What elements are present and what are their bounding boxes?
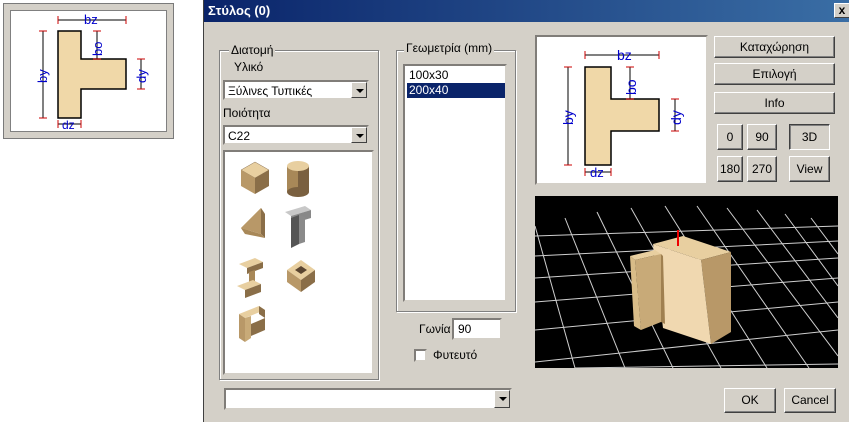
material-select-value: Ξύλινες Τυπικές: [228, 84, 313, 98]
title-bar: Στύλος (0) x: [204, 0, 849, 22]
preview-by-label: by: [560, 110, 576, 125]
bottom-select[interactable]: [224, 388, 512, 410]
column-dialog: Στύλος (0) x Διατομή Υλικό Ξύλινες Τυπικ…: [203, 0, 849, 422]
quality-select[interactable]: C22: [223, 125, 369, 145]
preview-t-section-diagram: bz by bo dy dz: [560, 47, 684, 180]
preview-t-shape: [584, 66, 660, 166]
preview-bz-label: bz: [617, 47, 632, 63]
angle-input[interactable]: 90: [452, 318, 502, 340]
section-group-label: Διατομή: [229, 43, 276, 57]
register-button[interactable]: Καταχώρηση: [714, 36, 835, 58]
select-button[interactable]: Επιλογή: [714, 63, 835, 85]
cylinder-shape-icon[interactable]: [287, 161, 309, 197]
box-shape-icon[interactable]: [240, 161, 270, 194]
by-label: by: [35, 69, 50, 83]
3d-view[interactable]: [534, 196, 839, 369]
i-shape-icon[interactable]: [237, 258, 263, 298]
geometry-item-100x30[interactable]: 100x30: [407, 68, 505, 83]
ok-button[interactable]: OK: [724, 388, 776, 413]
t-shape-icon[interactable]: [285, 206, 311, 248]
thumbnail-t-section-diagram: bz by bo dy dz: [35, 12, 149, 132]
l-shape-icon[interactable]: [239, 306, 265, 342]
angle-label: Γωνία: [419, 322, 451, 336]
geometry-item-200x40[interactable]: 200x40: [407, 83, 505, 98]
close-button[interactable]: x: [834, 3, 849, 18]
bz-label: bz: [84, 12, 98, 27]
view-90-button[interactable]: 90: [747, 124, 777, 150]
chevron-down-icon[interactable]: [494, 390, 510, 408]
view-180-button[interactable]: 180: [717, 156, 743, 182]
3d-column-model: [630, 236, 731, 344]
material-select[interactable]: Ξύλινες Τυπικές: [223, 80, 369, 100]
angle-input-value: 90: [458, 322, 472, 336]
quality-label: Ποιότητα: [223, 106, 271, 120]
view-0-button[interactable]: 0: [717, 124, 743, 150]
section-preview: bz by bo dy dz: [535, 35, 708, 185]
triangle-shape-icon[interactable]: [241, 208, 265, 238]
view-button[interactable]: View: [789, 156, 830, 182]
cancel-button[interactable]: Cancel: [784, 388, 836, 413]
dialog-title: Στύλος (0): [208, 3, 271, 18]
chevron-down-icon[interactable]: [351, 82, 367, 98]
dz-label: dz: [62, 118, 75, 131]
chevron-down-icon[interactable]: [351, 127, 367, 143]
section-thumbnail: bz by bo dy dz: [3, 3, 174, 139]
info-button[interactable]: Info: [714, 92, 835, 114]
thumbnail-drawing-area: bz by bo dy dz: [10, 10, 167, 132]
shape-list[interactable]: [223, 150, 374, 375]
quality-select-value: C22: [228, 129, 251, 143]
preview-bo-label: bo: [623, 79, 639, 95]
preview-dy-label: dy: [668, 110, 684, 125]
geometry-list[interactable]: 100x30 200x40: [403, 64, 507, 302]
view-270-button[interactable]: 270: [747, 156, 777, 182]
dy-label: dy: [134, 69, 149, 83]
preview-dz-label: dz: [590, 165, 604, 180]
material-label: Υλικό: [234, 60, 264, 74]
hollow-box-shape-icon[interactable]: [287, 260, 315, 292]
view-3d-button[interactable]: 3D: [789, 124, 830, 150]
bo-label: bo: [90, 42, 105, 56]
planted-checkbox[interactable]: [414, 349, 427, 362]
3d-grid-scene[interactable]: [534, 196, 839, 369]
planted-label: Φυτευτό: [433, 348, 478, 362]
geometry-group-label: Γεωμετρία (mm): [404, 41, 495, 55]
